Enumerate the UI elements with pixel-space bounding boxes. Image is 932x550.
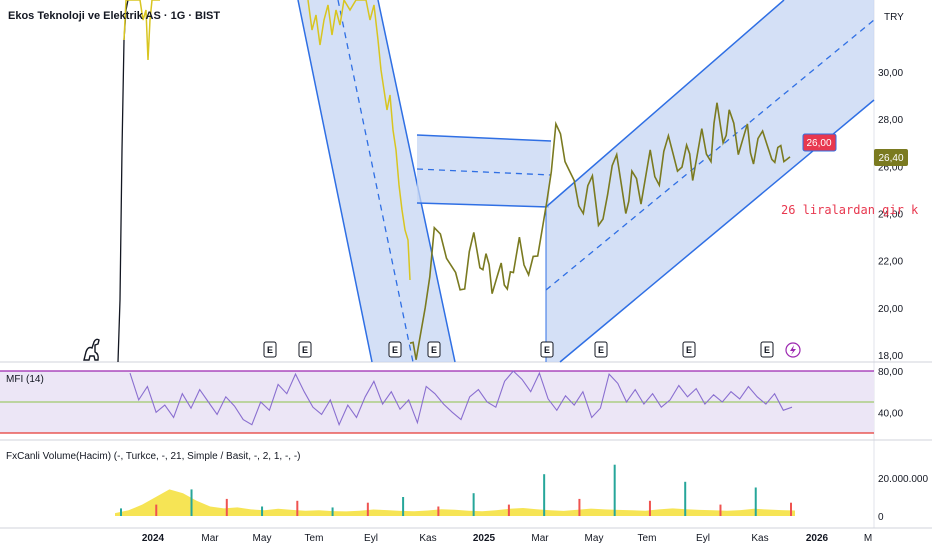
earnings-event-marker[interactable]: E [263, 341, 277, 358]
time-tick-label: Mar [531, 533, 549, 544]
earnings-event-label: E [764, 345, 770, 355]
currency-label[interactable]: TRY [884, 12, 904, 23]
time-tick-label: Eyl [364, 533, 378, 544]
earnings-event-marker[interactable]: E [427, 341, 441, 358]
price-tick-label: 18,00 [878, 351, 903, 362]
time-tick-label: May [585, 533, 604, 544]
time-tick-label: Eyl [696, 533, 710, 544]
volume-bar [648, 500, 651, 516]
earnings-event-label: E [267, 345, 273, 355]
volume-bar [754, 487, 757, 516]
earnings-event-marker[interactable]: E [682, 341, 696, 358]
time-tick-label: Kas [751, 533, 768, 544]
time-tick-label: Tem [638, 533, 657, 544]
volume-bar [296, 500, 299, 516]
earnings-event-label: E [598, 345, 604, 355]
earnings-event-marker[interactable]: E [298, 341, 312, 358]
time-tick-label: 2025 [473, 533, 496, 544]
volume-tick-label: 20.000.000 [878, 474, 928, 485]
volume-bar [613, 464, 616, 516]
earnings-event-label: E [686, 345, 692, 355]
mfi-label[interactable]: MFI (14) [6, 374, 44, 385]
volume-bar [261, 506, 264, 516]
volume-bar [402, 497, 405, 516]
volume-bar [507, 504, 510, 516]
time-tick-label: M [864, 533, 872, 544]
price-chart-canvas[interactable]: EEEEEEEE 30,0028,0026,0024,0022,0020,001… [0, 0, 932, 550]
volume-bar [684, 481, 687, 516]
earnings-event-label: E [392, 345, 398, 355]
volume-bar [578, 498, 581, 516]
earnings-event-label: E [431, 345, 437, 355]
last-price-marker: 26,40 [874, 149, 908, 166]
mfi-tick-label: 40,00 [878, 408, 903, 419]
range-channel-fill [417, 135, 551, 207]
volume-pane [115, 464, 795, 516]
analysis-note[interactable]: 26 liralardan gir k [781, 203, 919, 217]
last-price-label: 26,40 [878, 153, 903, 164]
volume-bar [155, 504, 158, 516]
alert-price-label: 26,00 [806, 138, 831, 149]
earnings-event-label: E [302, 345, 308, 355]
time-tick-label: Tem [305, 533, 324, 544]
mfi-pane [0, 370, 874, 434]
volume-bar [472, 493, 475, 516]
volume-bar [543, 474, 546, 516]
time-axis: 2024 Mar May Tem Eyl Kas 2025 Mar May Tem Eyl Kas 20… [142, 533, 872, 544]
earnings-event-marker[interactable]: E [594, 341, 608, 358]
volume-bar [366, 502, 369, 516]
volume-average-area [115, 489, 795, 516]
time-tick-label: 2024 [142, 533, 165, 544]
volume-bar [719, 504, 722, 516]
mfi-tick-label: 80,00 [878, 367, 903, 378]
volume-bar [437, 506, 440, 516]
price-axis-pane [874, 0, 932, 550]
volume-bar [120, 508, 122, 516]
price-tick-label: 30,00 [878, 68, 903, 79]
volume-tick-label: 0 [878, 512, 884, 523]
volume-bar [331, 507, 334, 516]
price-tick-label: 20,00 [878, 304, 903, 315]
earnings-event-label: E [544, 345, 550, 355]
chart-title: Ekos Teknoloji ve Elektrik AS · 1G · BIS… [8, 10, 220, 22]
alert-marker[interactable]: 26,00 [802, 133, 837, 152]
earnings-event-marker[interactable]: E [388, 341, 402, 358]
time-tick-label: 2026 [806, 533, 829, 544]
volume-bar [790, 502, 792, 516]
earnings-event-marker[interactable]: E [540, 341, 554, 358]
volume-bar [190, 489, 193, 516]
time-tick-label: May [253, 533, 272, 544]
price-tick-label: 22,00 [878, 257, 903, 268]
price-tick-label: 28,00 [878, 115, 903, 126]
earnings-event-marker[interactable]: E [760, 341, 774, 358]
time-tick-label: Mar [201, 533, 219, 544]
volume-label[interactable]: FxCanli Volume(Hacim) (-, Turkce, -, 21,… [6, 451, 301, 462]
volume-bar [225, 498, 228, 516]
time-tick-label: Kas [419, 533, 436, 544]
